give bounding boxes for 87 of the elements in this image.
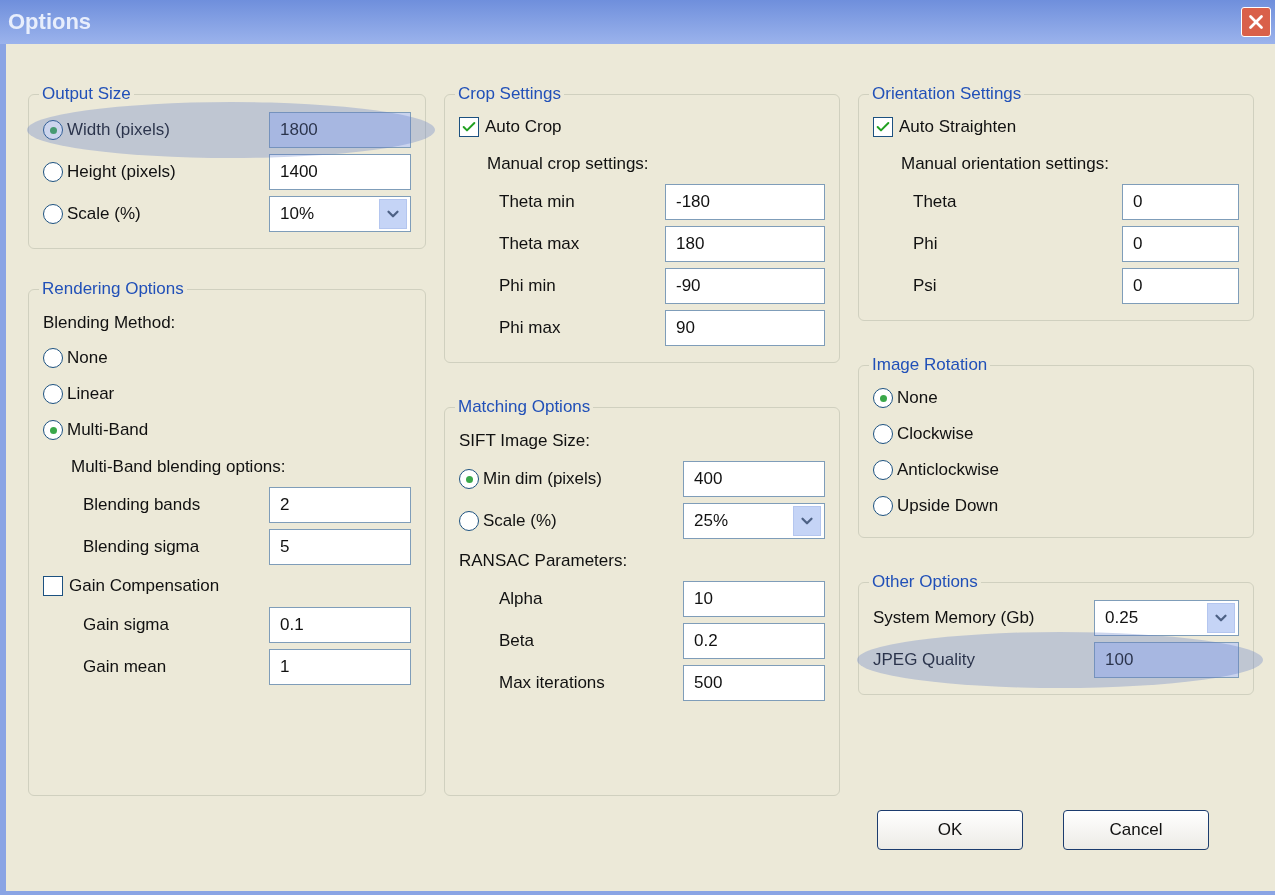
field-label: Gain sigma [83,615,170,635]
group-title: Other Options [871,572,979,592]
field-label: Theta max [499,234,581,254]
field-label: Min dim (pixels) [483,469,604,489]
radio-label: Multi-Band [67,420,150,440]
checkbox-label: Gain Compensation [69,576,221,596]
section-label: Multi-Band blending options: [71,457,287,477]
field-label: Height (pixels) [67,162,177,182]
input-field[interactable]: 100 [1094,642,1239,678]
checkbox[interactable] [459,117,479,137]
radio-button[interactable] [43,120,63,140]
chevron-down-icon[interactable] [793,506,821,536]
radio-button[interactable] [873,496,893,516]
field-label: Blending sigma [83,537,201,557]
radio-button[interactable] [43,384,63,404]
radio-label: Anticlockwise [897,460,1001,480]
input-field[interactable]: 0 [1122,184,1239,220]
input-field[interactable]: 0 [1122,268,1239,304]
dialog-button[interactable]: Cancel [1063,810,1209,850]
group-title: Image Rotation [871,355,989,375]
input-field[interactable]: 10 [683,581,825,617]
input-field[interactable]: 5 [269,529,411,565]
radio-button[interactable] [459,511,479,531]
field-label: JPEG Quality [873,650,977,670]
radio-button[interactable] [873,388,893,408]
radio-label: Upside Down [897,496,1000,516]
field-label: Alpha [499,589,544,609]
radio-label: None [67,348,109,368]
radio-button[interactable] [873,460,893,480]
field-label: System Memory (Gb) [873,608,1036,628]
field-label: Phi min [499,276,557,296]
radio-button[interactable] [873,424,893,444]
input-field[interactable]: 0.1 [269,607,411,643]
radio-label: Clockwise [897,424,975,444]
group-title: Matching Options [457,397,592,417]
section-label: Blending Method: [43,313,177,333]
field-label: Scale (%) [67,204,142,224]
field-label: Blending bands [83,495,202,515]
field-label: Psi [913,276,938,296]
radio-button[interactable] [43,420,63,440]
input-field[interactable]: -90 [665,268,825,304]
section-label: SIFT Image Size: [459,431,591,451]
input-field[interactable]: 1400 [269,154,411,190]
section-label: RANSAC Parameters: [459,551,629,571]
checkbox[interactable] [873,117,893,137]
input-field[interactable]: 500 [683,665,825,701]
radio-button[interactable] [43,348,63,368]
field-label: Beta [499,631,535,651]
input-field[interactable]: 400 [683,461,825,497]
group-title: Orientation Settings [871,84,1023,104]
field-label: Width (pixels) [67,120,171,140]
dropdown-field[interactable]: 10% [269,196,411,232]
checkbox-label: Auto Crop [485,117,563,137]
group-title: Output Size [41,84,132,104]
checkbox[interactable] [43,576,63,596]
field-label: Max iterations [499,673,606,693]
input-field[interactable]: 90 [665,310,825,346]
input-field[interactable]: 2 [269,487,411,523]
input-field[interactable]: 1800 [269,112,411,148]
radio-button[interactable] [459,469,479,489]
chevron-down-icon[interactable] [1207,603,1235,633]
radio-button[interactable] [43,162,63,182]
input-field[interactable]: 180 [665,226,825,262]
checkbox-label: Auto Straighten [899,117,1018,137]
input-field[interactable]: 0.2 [683,623,825,659]
section-label: Manual orientation settings: [901,154,1110,174]
group-title: Rendering Options [41,279,185,299]
group-title: Crop Settings [457,84,562,104]
field-label: Phi [913,234,939,254]
close-button[interactable] [1241,7,1271,37]
field-label: Gain mean [83,657,168,677]
field-label: Scale (%) [483,511,558,531]
dropdown-field[interactable]: 25% [683,503,825,539]
field-label: Theta min [499,192,576,212]
section-label: Manual crop settings: [487,154,650,174]
field-label: Phi max [499,318,562,338]
dropdown-field[interactable]: 0.25 [1094,600,1239,636]
window-title: Options [8,9,92,35]
chevron-down-icon[interactable] [379,199,407,229]
radio-label: Linear [67,384,116,404]
field-label: Theta [913,192,958,212]
radio-label: None [897,388,939,408]
radio-button[interactable] [43,204,63,224]
dialog-button[interactable]: OK [877,810,1023,850]
input-field[interactable]: -180 [665,184,825,220]
input-field[interactable]: 1 [269,649,411,685]
input-field[interactable]: 0 [1122,226,1239,262]
